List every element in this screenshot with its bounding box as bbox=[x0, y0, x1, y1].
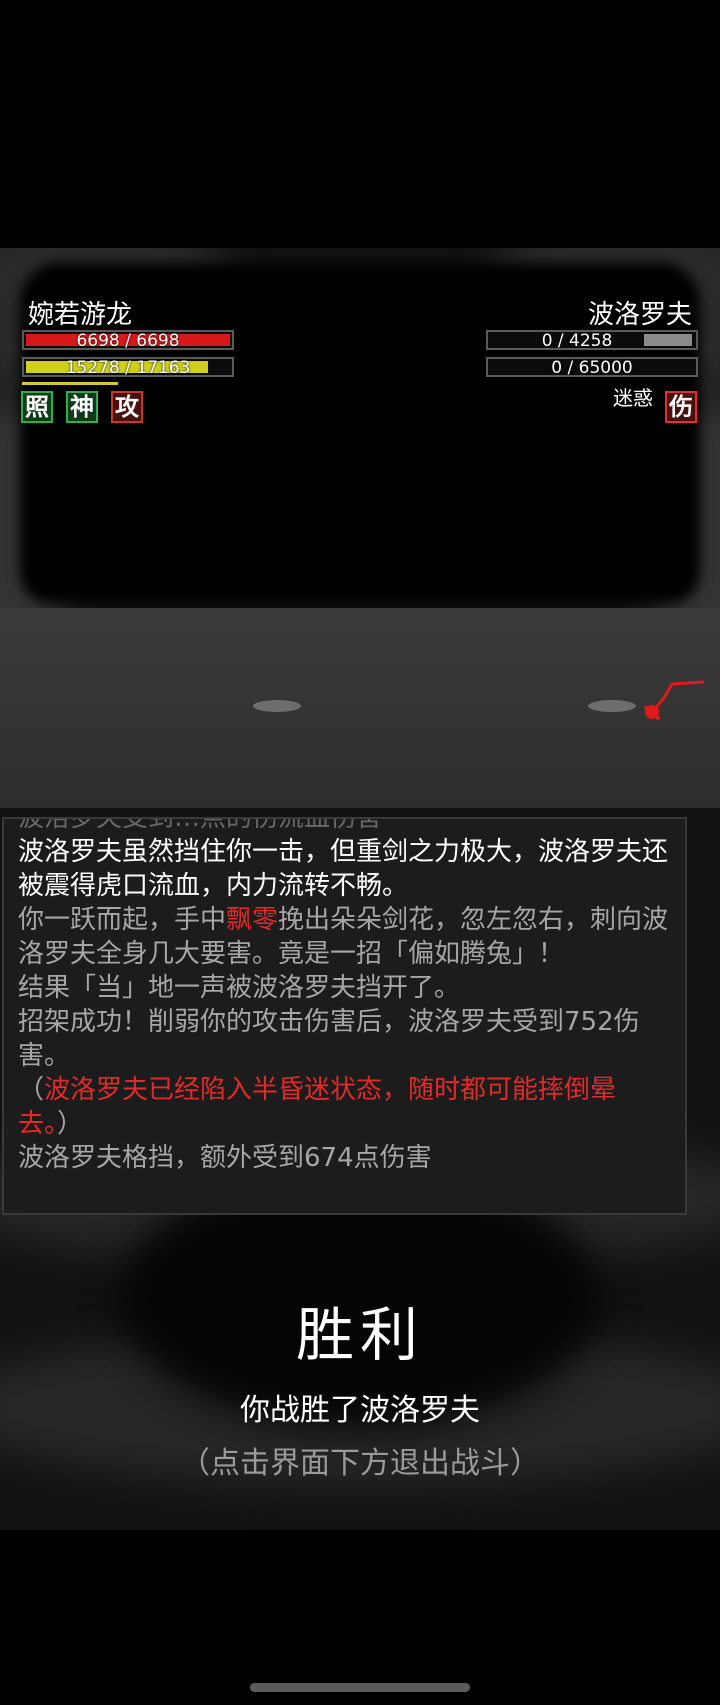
buff-icon[interactable]: 攻 bbox=[111, 391, 143, 423]
enemy-name: 波洛罗夫 bbox=[587, 300, 692, 330]
player-hp-text: 6698 / 6698 bbox=[76, 331, 180, 351]
enemy-mp-text: 0 / 65000 bbox=[551, 358, 633, 378]
log-entry: （波洛罗夫已经陷入半昏迷状态，随时都可能摔倒晕去。） bbox=[18, 1073, 671, 1141]
player-name: 婉若游龙 bbox=[28, 300, 133, 330]
log-highlight: 波洛罗夫已经陷入半昏迷状态，随时都可能摔倒晕去。 bbox=[18, 1075, 617, 1139]
enemy-hp-text: 0 / 4258 bbox=[541, 331, 613, 351]
buff-icon[interactable]: 伤 bbox=[665, 391, 697, 423]
log-partial-line: 波洛罗夫受到…点的伤流血伤害 bbox=[18, 817, 383, 833]
log-text: （ bbox=[18, 1075, 45, 1105]
log-text: 结果「当」地一声被波洛罗夫挡开了。 bbox=[18, 973, 461, 1003]
player-mp-text: 15278 / 17163 bbox=[65, 358, 191, 378]
enemy-status-label: 迷惑 bbox=[613, 386, 653, 410]
player-position-marker bbox=[253, 700, 301, 712]
log-entry: 结果「当」地一声被波洛罗夫挡开了。 bbox=[18, 971, 671, 1005]
log-entries: 波洛罗夫虽然挡住你一击，但重剑之力极大，波洛罗夫还被震得虎口流血，内力流转不畅。… bbox=[18, 835, 671, 1175]
log-entry: 波洛罗夫虽然挡住你一击，但重剑之力极大，波洛罗夫还被震得虎口流血，内力流转不畅。 bbox=[18, 835, 671, 903]
log-entry: 波洛罗夫格挡，额外受到674点伤害 bbox=[18, 1141, 671, 1175]
buff-icon[interactable]: 照 bbox=[21, 391, 53, 423]
victory-title: 胜利 bbox=[295, 1301, 424, 1369]
buff-icon[interactable]: 神 bbox=[66, 391, 98, 423]
victory-subtitle: 你战胜了波洛罗夫 bbox=[240, 1393, 480, 1428]
log-text: ） bbox=[57, 1109, 84, 1139]
enemy-hp-bar: 0 / 4258 bbox=[486, 330, 698, 351]
enemy-position-marker bbox=[588, 700, 636, 712]
player-hp-bar: 6698 / 6698 bbox=[22, 330, 234, 351]
log-entry: 你一跃而起，手中飘零挽出朵朵剑花，忽左忽右，刺向波洛罗夫全身几大要害。竟是一招「… bbox=[18, 903, 671, 971]
log-text: 波洛罗夫虽然挡住你一击，但重剑之力极大，波洛罗夫还被震得虎口流血，内力流转不畅。 bbox=[18, 837, 669, 901]
player-mp-bar: 15278 / 17163 bbox=[22, 357, 234, 378]
log-text: 波洛罗夫格挡，额外受到674点伤害 bbox=[18, 1143, 432, 1173]
exit-battle-hint[interactable]: （点击界面下方退出战斗） bbox=[0, 1438, 720, 1482]
enemy-mp-bar: 0 / 65000 bbox=[486, 357, 698, 378]
log-entry: 招架成功！削弱你的攻击伤害后，波洛罗夫受到752伤害。 bbox=[18, 1005, 671, 1073]
log-text: 你一跃而起，手中 bbox=[18, 905, 227, 935]
home-indicator[interactable] bbox=[250, 1683, 470, 1692]
log-text: 招架成功！削弱你的攻击伤害后，波洛罗夫受到752伤害。 bbox=[18, 1007, 640, 1071]
combat-log[interactable]: 波洛罗夫受到…点的伤流血伤害 波洛罗夫虽然挡住你一击，但重剑之力极大，波洛罗夫还… bbox=[2, 817, 687, 1215]
log-highlight: 飘零 bbox=[226, 905, 279, 935]
blood-splatter-icon bbox=[644, 680, 705, 720]
player-charge-bar bbox=[22, 382, 118, 385]
